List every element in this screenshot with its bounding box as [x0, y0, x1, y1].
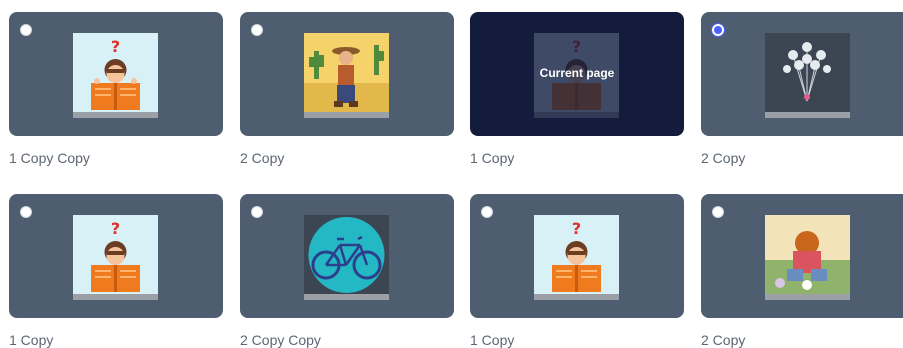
page-card[interactable] [701, 12, 903, 136]
page-select-radio[interactable] [251, 206, 263, 218]
desert-cowboy-icon [304, 33, 389, 118]
bicycle-thumbnail [304, 215, 389, 300]
flower-bouquet-thumbnail [765, 33, 850, 118]
reading-boy-icon: ? [73, 33, 158, 118]
sitting-child-icon [765, 215, 850, 300]
page-select-radio[interactable] [712, 206, 724, 218]
reading-boy-thumbnail: ? [534, 215, 619, 300]
bicycle-icon [304, 215, 389, 300]
page-card[interactable]: ? [470, 194, 684, 318]
page-caption: 2 Copy [240, 150, 285, 166]
reading-boy-icon: ? [534, 215, 619, 300]
page-grid: ? 1 Copy Copy 2 Copy ? Current page 1 Co… [0, 0, 903, 348]
page-select-radio[interactable] [481, 206, 493, 218]
page-card[interactable]: ? [9, 12, 223, 136]
page-tile: ? 1 Copy [470, 194, 684, 348]
svg-text:?: ? [111, 37, 120, 56]
reading-boy-icon: ? [73, 215, 158, 300]
sitting-child-thumbnail [765, 215, 850, 300]
flower-bouquet-icon [765, 33, 850, 118]
page-tile: ? Current page 1 Copy [470, 12, 684, 166]
page-caption: 1 Copy [9, 332, 54, 348]
page-caption: 1 Copy [470, 150, 515, 166]
page-tile: 2 Copy Copy [240, 194, 454, 348]
page-caption: 2 Copy [701, 332, 746, 348]
page-caption: 2 Copy Copy [240, 332, 321, 348]
page-select-radio-selected[interactable] [712, 24, 724, 36]
page-tile: 2 Copy [701, 12, 903, 166]
svg-text:?: ? [111, 219, 120, 238]
page-select-radio[interactable] [20, 24, 32, 36]
reading-boy-thumbnail: ? [73, 215, 158, 300]
current-page-card[interactable]: ? Current page [470, 12, 684, 136]
svg-text:?: ? [572, 219, 581, 238]
page-tile: ? 1 Copy [9, 194, 223, 348]
page-select-radio[interactable] [20, 206, 32, 218]
svg-text:?: ? [572, 37, 581, 56]
page-tile: ? 1 Copy Copy [9, 12, 223, 166]
current-page-label: Current page [539, 66, 615, 80]
page-card[interactable] [701, 194, 903, 318]
page-select-radio[interactable] [251, 24, 263, 36]
page-caption: 1 Copy [470, 332, 515, 348]
page-card[interactable] [240, 194, 454, 318]
page-tile: 2 Copy [701, 194, 903, 348]
page-caption: 1 Copy Copy [9, 150, 90, 166]
reading-boy-thumbnail: ? [73, 33, 158, 118]
page-caption: 2 Copy [701, 150, 746, 166]
page-tile: 2 Copy [240, 12, 454, 166]
page-card[interactable] [240, 12, 454, 136]
desert-cowboy-thumbnail [304, 33, 389, 118]
page-card[interactable]: ? [9, 194, 223, 318]
